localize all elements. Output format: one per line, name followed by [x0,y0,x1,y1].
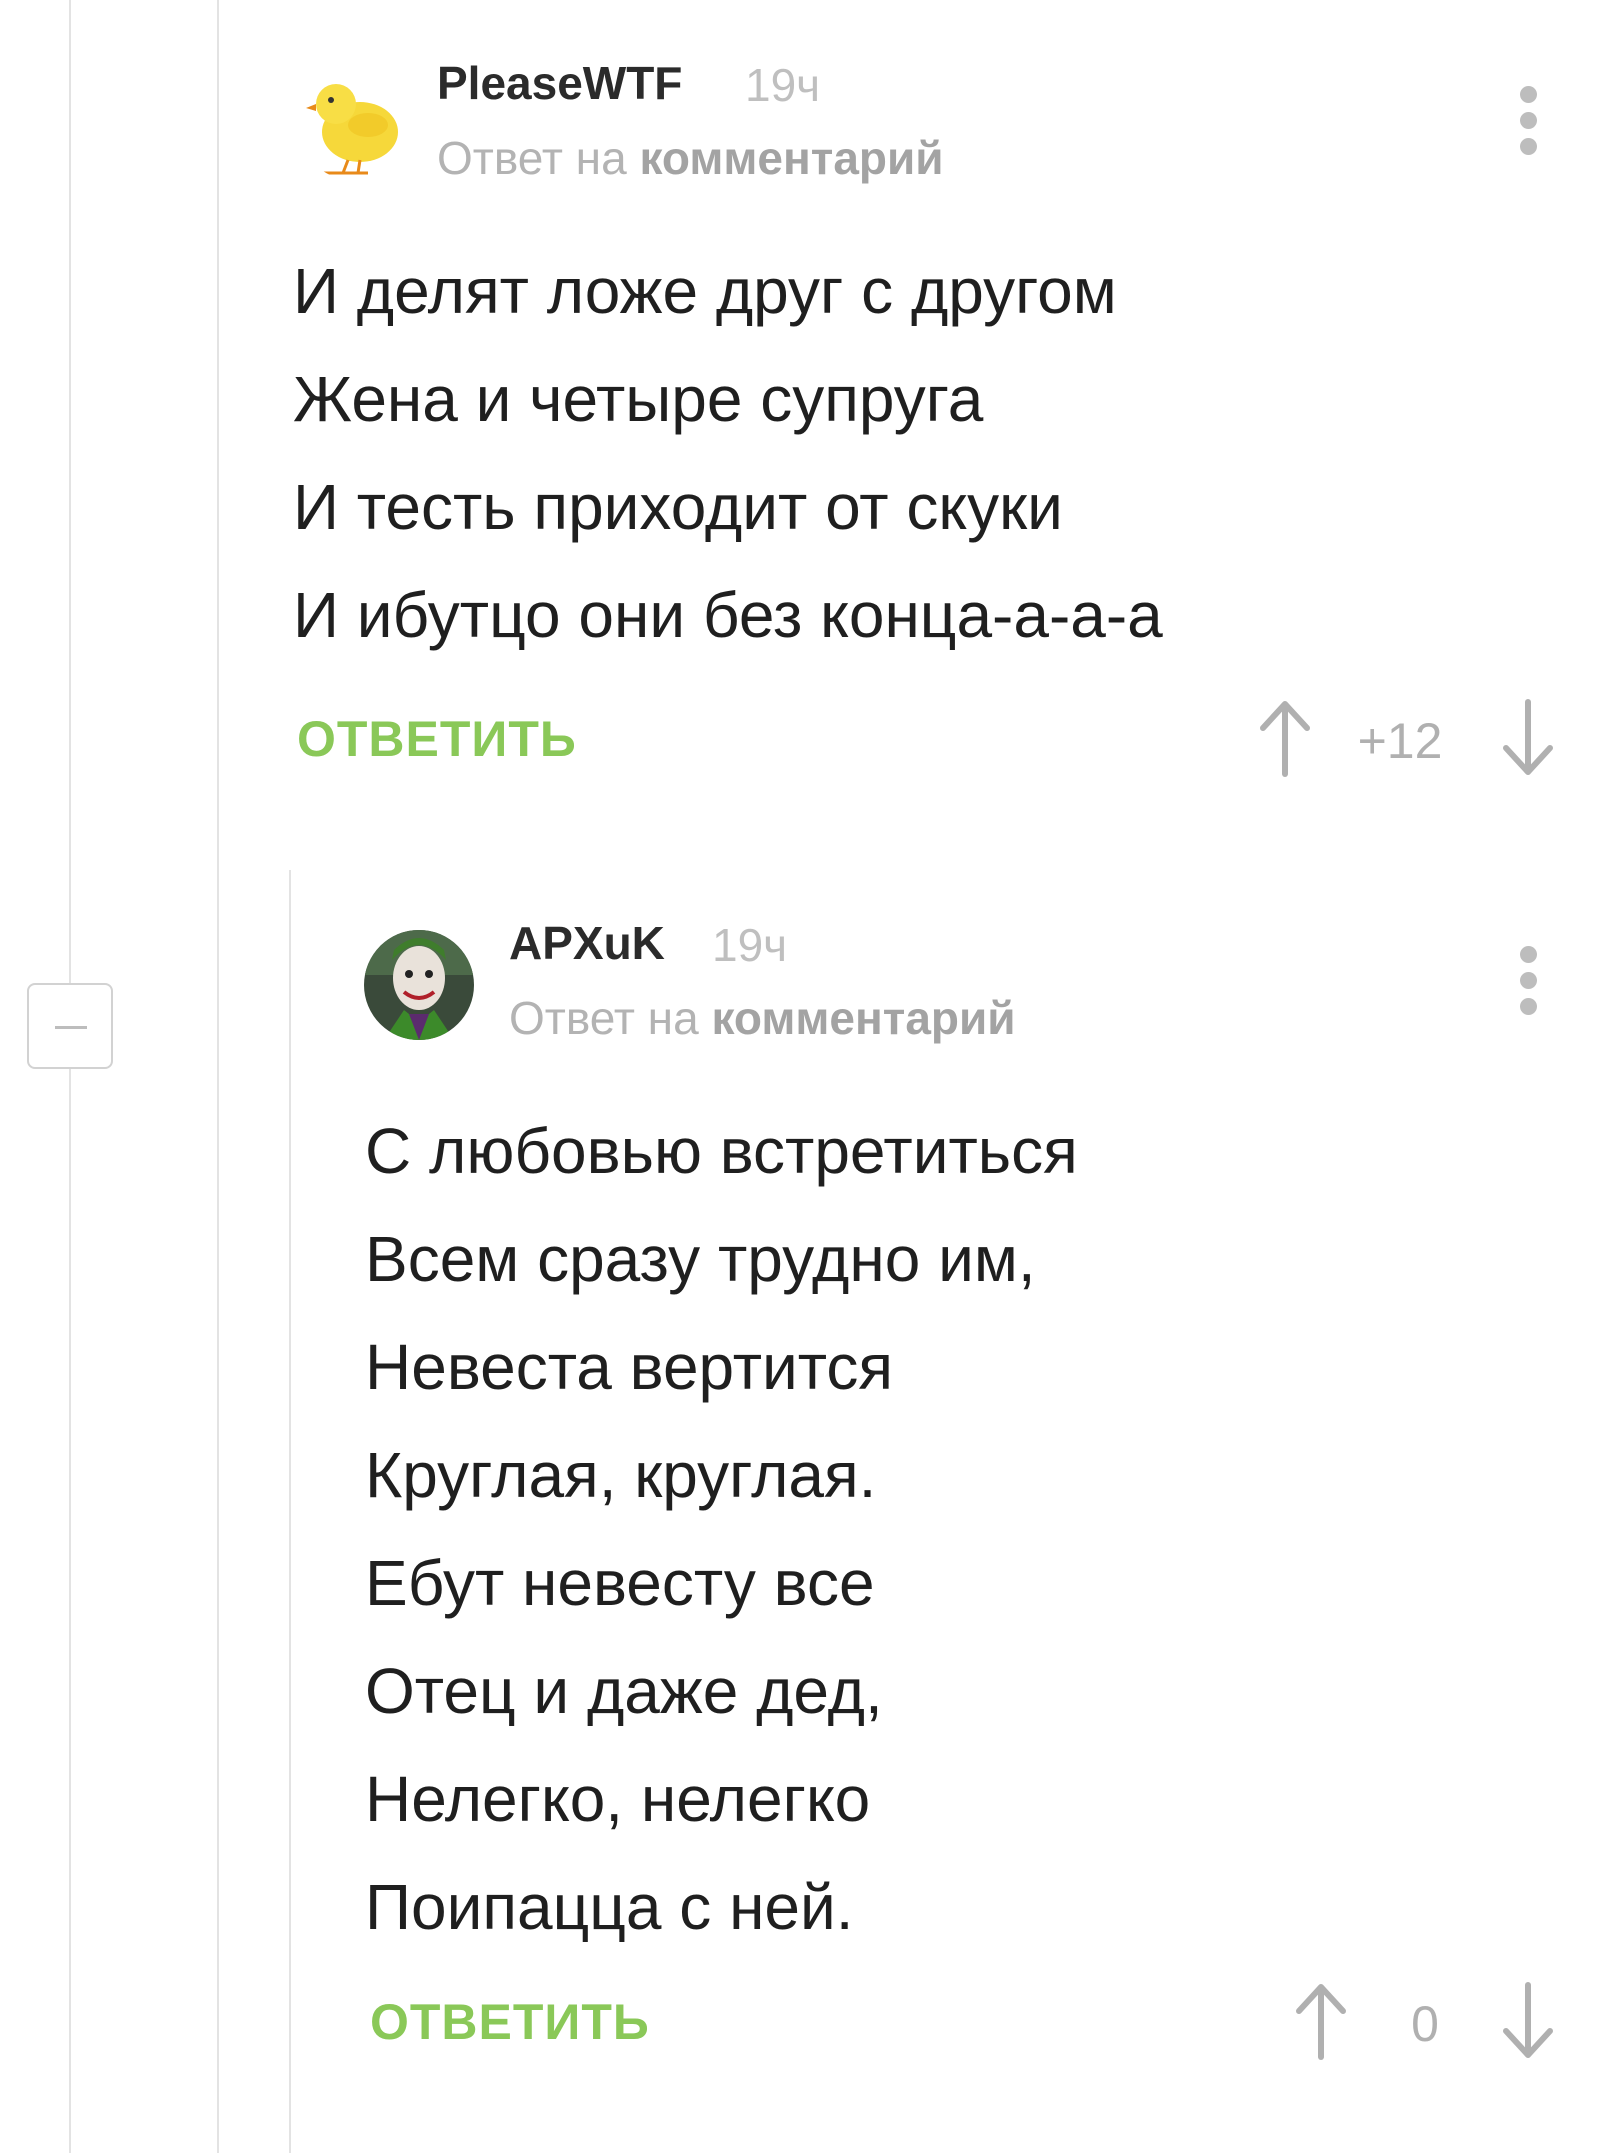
comment-time: 19ч [745,59,821,111]
comment-menu-button[interactable] [1509,941,1549,1021]
reply-to-prefix: Ответ на [509,992,699,1044]
comment-body: И делят ложе друг с другом Жена и четыре… [293,237,1163,669]
comment-line: И ибутцо они без конца-а-а-а [293,579,1163,651]
comment-author[interactable]: APXuK [509,916,665,970]
comment-line: И делят ложе друг с другом [293,255,1117,327]
reply-button[interactable]: ОТВЕТИТЬ [297,710,577,768]
chick-avatar-icon[interactable] [298,70,408,180]
comment-line: Всем сразу трудно им, [365,1223,1036,1295]
upvote-arrow-icon[interactable] [1255,698,1315,778]
comment-line: Поипацца с ней. [365,1871,854,1943]
reply-to-info: Ответ на комментарий [509,991,1016,1045]
comment-time: 19ч [712,919,788,971]
reply-button[interactable]: ОТВЕТИТЬ [370,1993,650,2051]
comment-line: Ебут невесту все [365,1547,875,1619]
downvote-arrow-icon[interactable] [1498,698,1558,778]
comment-line: С любовью встретиться [365,1115,1078,1187]
comment-author[interactable]: PleaseWTF [437,56,682,110]
comment-line: Невеста вертится [365,1331,894,1403]
downvote-arrow-icon[interactable] [1498,1981,1558,2061]
comment-line: И тесть приходит от скуки [293,471,1063,543]
comment-line: Круглая, круглая. [365,1439,877,1511]
comment-body: С любовью встретиться Всем сразу трудно … [365,1097,1078,1961]
upvote-arrow-icon[interactable] [1291,1981,1351,2061]
comment-pleasewtf: PleaseWTF 19ч Ответ на комментарий И дел… [0,0,1600,820]
comment-line: Жена и четыре супруга [293,363,984,435]
comment-menu-button[interactable] [1509,81,1549,161]
comment-score: 0 [1411,1996,1439,2052]
comment-line: Отец и даже дед, [365,1655,883,1727]
reply-to-comment-link[interactable]: комментарий [711,992,1015,1044]
comment-apxuk: APXuK 19ч Ответ на комментарий С любовью… [0,860,1600,2153]
reply-to-comment-link[interactable]: комментарий [639,132,943,184]
comment-line: Нелегко, нелегко [365,1763,871,1835]
joker-avatar-icon[interactable] [364,930,474,1040]
reply-to-info: Ответ на комментарий [437,131,944,185]
reply-to-prefix: Ответ на [437,132,627,184]
comment-score: +12 [1357,713,1443,769]
